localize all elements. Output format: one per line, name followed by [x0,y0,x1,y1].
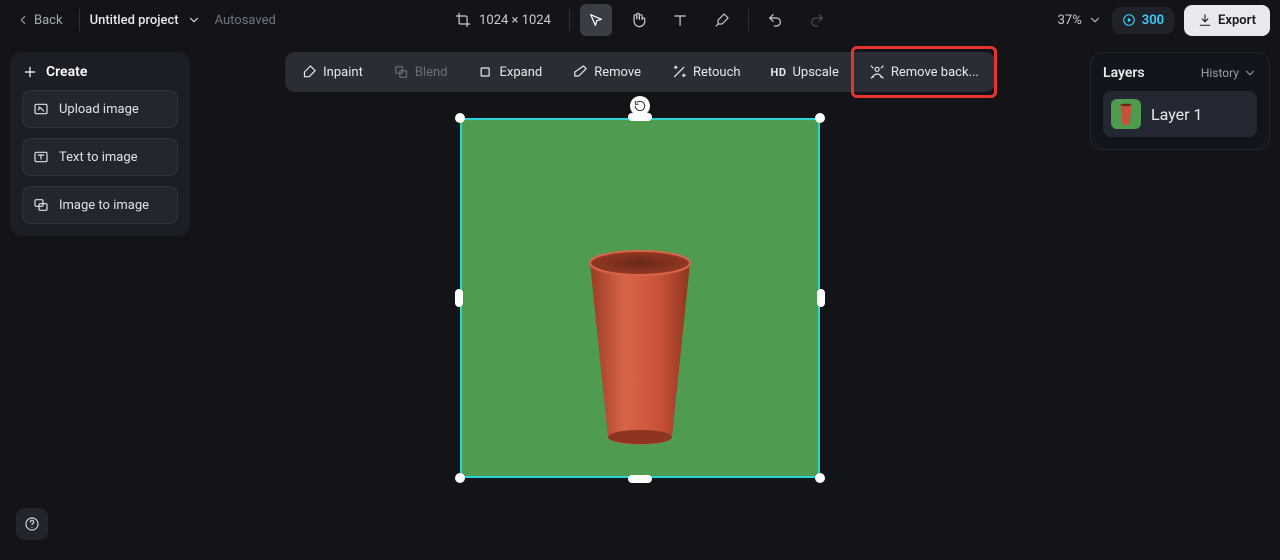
hd-icon: HD [771,66,787,79]
layer-item[interactable]: Layer 1 [1103,91,1257,137]
separator [748,9,749,31]
upload-image-button[interactable]: Upload image [22,90,178,128]
upscale-label: Upscale [792,65,838,80]
resize-handle-mt[interactable] [628,113,652,121]
remove-label: Remove [594,65,641,80]
remove-background-icon [869,64,885,80]
upload-image-label: Upload image [59,102,139,117]
text-icon [672,12,688,28]
upscale-tool[interactable]: HD Upscale [759,57,851,88]
blend-label: Blend [415,65,448,80]
rotate-icon [633,99,647,113]
hand-tool-button[interactable] [622,4,654,36]
cup-thumb-icon [1119,103,1133,125]
resize-handle-ml[interactable] [455,289,463,307]
export-label: Export [1218,13,1256,28]
canvas-image[interactable] [460,118,820,478]
cursor-icon [588,12,604,28]
chevron-left-icon [16,13,30,27]
remove-background-label: Remove back... [891,65,979,80]
remove-background-tool[interactable]: Remove back... [857,56,991,88]
export-button[interactable]: Export [1184,5,1270,36]
inpaint-tool[interactable]: Inpaint [289,56,375,88]
credits-button[interactable]: 300 [1112,7,1174,34]
inpaint-icon [301,64,317,80]
expand-tool[interactable]: Expand [466,56,555,88]
text-to-image-button[interactable]: Text to image [22,138,178,176]
blend-tool: Blend [381,56,460,88]
layer-thumbnail [1111,99,1141,129]
create-title-label: Create [46,64,87,80]
resize-handle-br[interactable] [815,473,825,483]
dimensions-label: 1024 × 1024 [479,13,551,28]
crop-icon [455,12,471,28]
credits-label: 300 [1142,13,1164,28]
help-button[interactable] [16,508,48,540]
separator [569,9,570,31]
canvas-selection[interactable] [460,118,820,478]
brush-icon [714,12,730,28]
zoom-label: 37% [1058,13,1082,28]
resize-handle-bl[interactable] [455,473,465,483]
blend-icon [393,64,409,80]
inpaint-label: Inpaint [323,65,363,80]
plus-icon [22,64,38,80]
expand-icon [478,64,494,80]
history-label: History [1201,66,1239,80]
layer-label: Layer 1 [1151,105,1203,124]
text-to-image-icon [33,149,49,165]
retouch-label: Retouch [693,65,741,80]
text-to-image-label: Text to image [59,150,138,165]
top-bar-center: 1024 × 1024 [447,4,833,36]
separator [79,9,80,31]
edit-toolbar: Inpaint Blend Expand Remove Retouch HD U… [285,52,995,92]
hand-icon [630,12,646,28]
retouch-tool[interactable]: Retouch [659,56,753,88]
image-to-image-button[interactable]: Image to image [22,186,178,224]
resize-handle-tl[interactable] [455,113,465,123]
undo-icon [767,12,783,28]
retouch-icon [671,64,687,80]
text-tool-button[interactable] [664,4,696,36]
autosaved-status: Autosaved [215,13,276,28]
chevron-down-icon [1243,66,1257,80]
download-icon [1198,13,1212,27]
redo-icon [809,12,825,28]
create-panel: Create Upload image Text to image Image … [10,52,190,236]
chevron-down-icon [1088,13,1102,27]
create-panel-title: Create [22,64,178,80]
back-button[interactable]: Back [10,9,69,32]
image-to-image-label: Image to image [59,198,149,213]
undo-button[interactable] [759,4,791,36]
zoom-dropdown[interactable]: 37% [1058,13,1102,28]
cursor-tool-button[interactable] [580,4,612,36]
project-name-label: Untitled project [90,13,179,28]
brush-tool-button[interactable] [706,4,738,36]
resize-handle-mr[interactable] [817,289,825,307]
resize-handle-tr[interactable] [815,113,825,123]
resize-handle-mb[interactable] [628,475,652,483]
top-bar: Back Untitled project Autosaved 1024 × 1… [0,0,1280,40]
chevron-down-icon [187,13,201,27]
redo-button[interactable] [801,4,833,36]
help-icon [24,516,40,532]
history-tab[interactable]: History [1201,66,1257,80]
upload-image-icon [33,101,49,117]
top-bar-right: 37% 300 Export [1058,5,1270,36]
eraser-icon [572,64,588,80]
canvas-dimensions-button[interactable]: 1024 × 1024 [447,8,559,32]
back-label: Back [34,13,63,28]
credits-icon [1122,13,1136,27]
layers-panel: Layers History Layer 1 [1090,52,1270,150]
layers-tab[interactable]: Layers [1103,65,1145,81]
cup-object [580,245,700,445]
project-name-dropdown[interactable]: Untitled project [90,13,201,28]
remove-tool[interactable]: Remove [560,56,653,88]
expand-label: Expand [500,65,543,80]
image-to-image-icon [33,197,49,213]
